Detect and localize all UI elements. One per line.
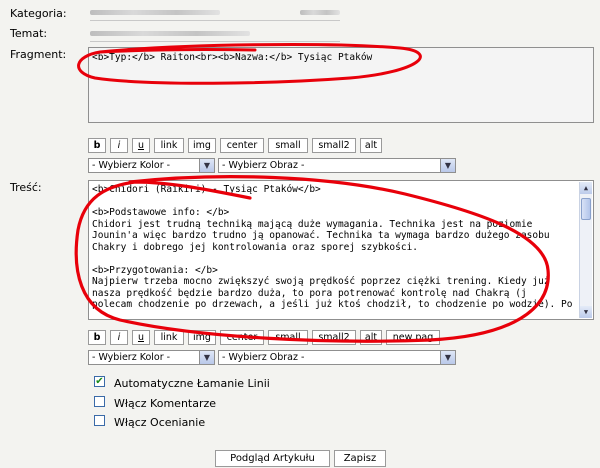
- format-button-u[interactable]: u: [132, 138, 150, 153]
- format-button-alt[interactable]: alt: [360, 138, 382, 153]
- scroll-up-icon[interactable]: ▲: [580, 182, 592, 194]
- fragment-textarea[interactable]: <b>Typ:</b> Raiton<br><b>Nazwa:</b> Tysi…: [88, 47, 594, 123]
- fragment-text: <b>Typ:</b> Raiton<br><b>Nazwa:</b> Tysi…: [92, 52, 373, 63]
- topic-label: Temat:: [10, 27, 48, 40]
- color-select-content[interactable]: - Wybierz Kolor - ▼: [88, 350, 215, 365]
- preview-article-button[interactable]: Podgląd Artykułu: [215, 450, 330, 467]
- image-select-content[interactable]: - Wybierz Obraz - ▼: [218, 350, 456, 365]
- enable-rating-checkbox[interactable]: [94, 415, 105, 426]
- chevron-down-icon: ▼: [199, 159, 214, 172]
- content-line: <b>Przygotowania: </b>: [92, 264, 218, 276]
- color-select-fragment[interactable]: - Wybierz Kolor - ▼: [88, 158, 215, 173]
- format-button-link[interactable]: link: [154, 138, 184, 153]
- topic-underline: [90, 41, 340, 42]
- topic-value-redacted: [90, 31, 250, 36]
- format-button-small[interactable]: small: [268, 330, 308, 345]
- format-button-small2[interactable]: small2: [312, 330, 356, 345]
- content-line: nasza prędkość będzie bardzo duża, to po…: [92, 287, 527, 299]
- format-button-img[interactable]: img: [188, 330, 216, 345]
- format-button-new-page[interactable]: new pag: [386, 330, 440, 345]
- content-line: Jounin'a więc bardzo trudno ją opanować.…: [92, 230, 550, 241]
- format-button-i[interactable]: i: [110, 138, 128, 153]
- fragment-label: Fragment:: [10, 48, 67, 61]
- format-button-center[interactable]: center: [220, 138, 264, 153]
- category-value-redacted-2: [300, 10, 340, 15]
- enable-comments-checkbox[interactable]: [94, 396, 105, 407]
- content-line: [92, 253, 577, 265]
- format-button-img[interactable]: img: [188, 138, 216, 153]
- category-value-redacted: [90, 10, 220, 15]
- content-line: <b>Chidori (Raikiri) - Tysiąc Ptaków</b>: [92, 184, 321, 195]
- content-line: <b>Podstawowe info: </b>: [92, 207, 230, 218]
- enable-comments-label: Włącz Komentarze: [114, 397, 217, 410]
- chevron-down-icon: ▼: [440, 351, 455, 364]
- auto-linebreak-label: Automatyczne Łamanie Linii: [114, 377, 270, 390]
- format-button-alt[interactable]: alt: [360, 330, 382, 345]
- format-button-small[interactable]: small: [268, 138, 308, 153]
- scroll-down-icon[interactable]: ▼: [580, 306, 592, 318]
- format-button-b[interactable]: b: [88, 138, 106, 153]
- format-button-i[interactable]: i: [110, 330, 128, 345]
- chevron-down-icon: ▼: [440, 159, 455, 172]
- content-text: <b>Chidori (Raikiri) - Tysiąc Ptaków</b>…: [92, 184, 577, 311]
- content-label: Treść:: [10, 181, 42, 194]
- save-button[interactable]: Zapisz: [334, 450, 386, 467]
- format-button-b[interactable]: b: [88, 330, 106, 345]
- scroll-thumb[interactable]: [581, 198, 591, 220]
- format-button-u[interactable]: u: [132, 330, 150, 345]
- category-underline: [90, 20, 340, 21]
- content-textarea[interactable]: <b>Chidori (Raikiri) - Tysiąc Ptaków</b>…: [88, 180, 594, 320]
- content-line: Chidori jest trudną techniką mającą duże…: [92, 218, 533, 230]
- format-button-center[interactable]: center: [220, 330, 264, 345]
- content-line: Najpierw trzeba mocno zwiększyć swoją pr…: [92, 276, 550, 287]
- image-select-fragment[interactable]: - Wybierz Obraz - ▼: [218, 158, 456, 173]
- format-button-link[interactable]: link: [154, 330, 184, 345]
- format-button-small2[interactable]: small2: [312, 138, 356, 153]
- checkmark-icon: ✔: [95, 376, 104, 387]
- content-line: Chakry i dobrego jej kontrolowania oraz …: [92, 241, 419, 253]
- content-line: [92, 196, 577, 208]
- enable-rating-label: Włącz Ocenianie: [114, 416, 206, 429]
- chevron-down-icon: ▼: [199, 351, 214, 364]
- content-line: polecam chodzenie po drzewach, a jeśli j…: [92, 299, 573, 310]
- auto-linebreak-checkbox[interactable]: ✔: [94, 376, 105, 387]
- category-label: Kategoria:: [10, 7, 67, 20]
- content-scrollbar[interactable]: ▲ ▼: [579, 182, 592, 318]
